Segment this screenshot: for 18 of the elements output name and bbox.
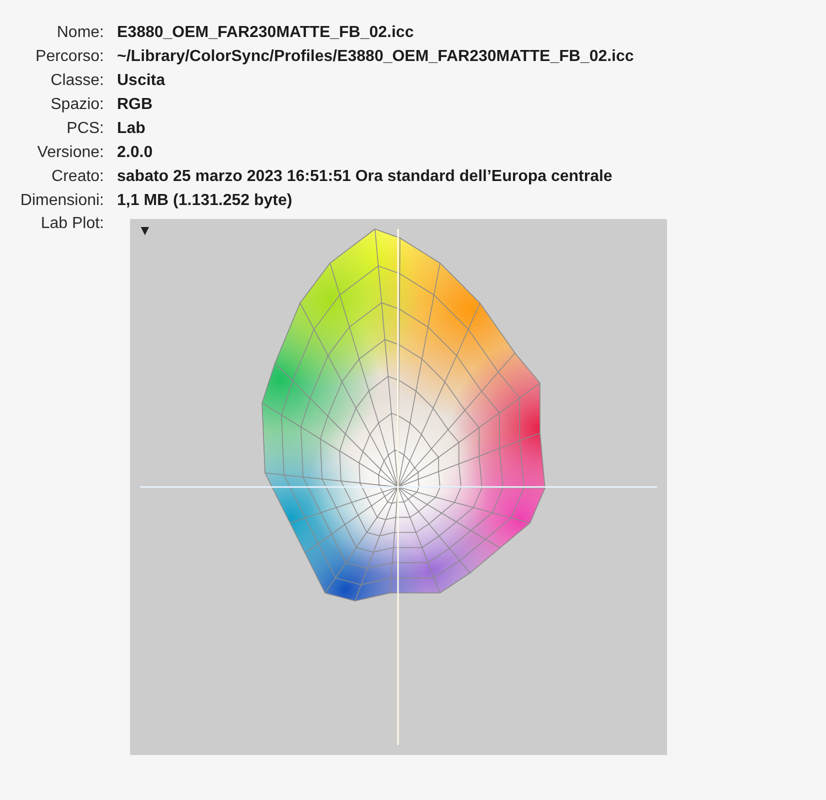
menu-toggle[interactable]: ▼ — [138, 223, 152, 237]
field-label: Dimensioni: — [19, 191, 105, 211]
field-value: Uscita — [117, 71, 166, 91]
field-value: sabato 25 marzo 2023 16:51:51 Ora standard dell’Europa centrale — [117, 167, 612, 187]
field-value: ~/Library/ColorSync/Profiles/E3880_OEM_FAR230MATTE_FB_02.icc — [117, 47, 634, 67]
field-label: Versione: — [36, 143, 105, 163]
field-value: 2.0.0 — [117, 143, 153, 163]
field-value: 1,1 MB (1.131.252 byte) — [117, 191, 292, 211]
field-label: Classe: — [50, 71, 105, 91]
field-value: RGB — [117, 95, 153, 115]
field-label: Lab Plot: — [40, 214, 105, 234]
field-value: Lab — [117, 119, 146, 139]
field-label: Spazio: — [50, 95, 105, 115]
field-label: Percorso: — [34, 47, 105, 67]
field-label: PCS: — [66, 119, 105, 139]
field-label: Creato: — [50, 167, 105, 187]
field-label: Nome: — [56, 23, 105, 43]
field-value: E3880_OEM_FAR230MATTE_FB_02.icc — [117, 23, 414, 43]
